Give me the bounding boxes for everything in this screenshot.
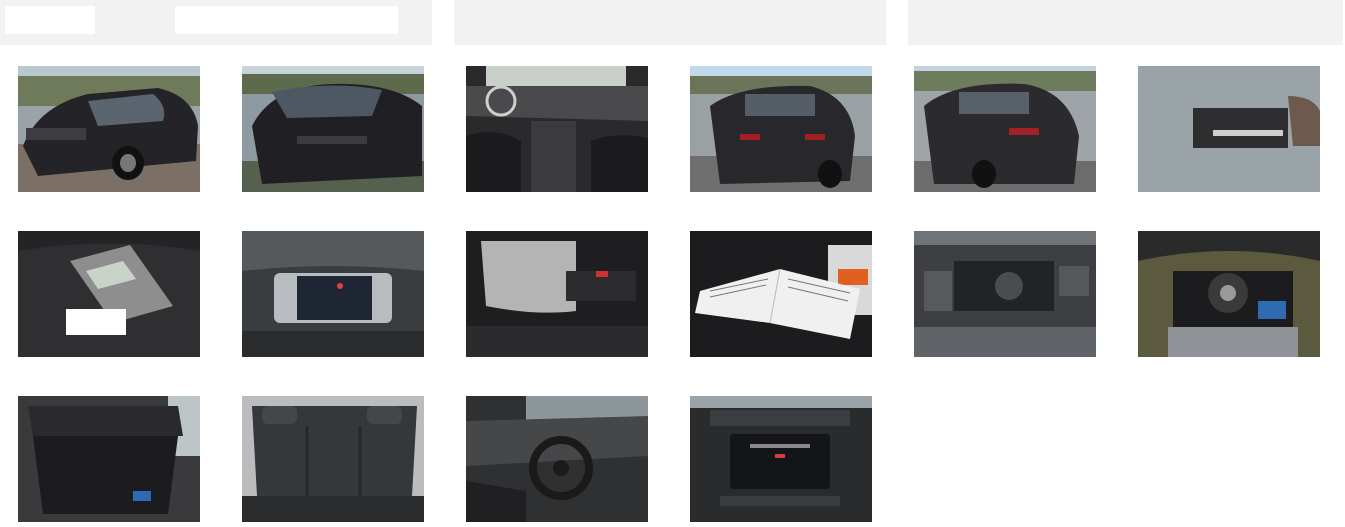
photo-thumbnail[interactable] (466, 396, 648, 522)
photo-thumbnail[interactable] (242, 66, 424, 192)
car-interior-dashboard-photo (466, 66, 648, 192)
service-booklet-photo (690, 231, 872, 357)
header-field-2[interactable] (175, 6, 398, 34)
photo-thumbnail[interactable] (242, 231, 424, 357)
steering-wheel-photo (466, 396, 648, 522)
header-tab-1[interactable] (0, 0, 432, 45)
infotainment-screen-photo (690, 396, 872, 522)
gallery-page (0, 0, 1345, 527)
photo-thumbnail[interactable] (18, 231, 200, 357)
car-rear-three-quarter-photo (690, 66, 872, 192)
vin-plate-photo (1138, 66, 1320, 192)
instrument-cluster-photo (242, 231, 424, 357)
photo-thumbnail[interactable] (18, 66, 200, 192)
engine-bay-photo (914, 231, 1096, 357)
car-front-three-quarter-photo (18, 66, 200, 192)
header-tab-3[interactable] (908, 0, 1343, 45)
photo-thumbnail[interactable] (690, 396, 872, 522)
photo-thumbnail[interactable] (690, 231, 872, 357)
photo-thumbnail[interactable] (466, 66, 648, 192)
photo-thumbnail[interactable] (18, 396, 200, 522)
spare-wheel-well-photo (1138, 231, 1320, 357)
owner-manual-in-trunk-photo (18, 231, 200, 357)
car-rear-photo (914, 66, 1096, 192)
photo-thumbnail[interactable] (1138, 66, 1320, 192)
photo-thumbnail[interactable] (466, 231, 648, 357)
photo-gallery (18, 66, 1328, 522)
header-tab-2[interactable] (454, 0, 886, 45)
photo-thumbnail[interactable] (914, 231, 1096, 357)
photo-thumbnail[interactable] (242, 396, 424, 522)
photo-thumbnail[interactable] (690, 66, 872, 192)
rear-seats-photo (242, 396, 424, 522)
car-front-photo (242, 66, 424, 192)
photo-thumbnail[interactable] (1138, 231, 1320, 357)
open-trunk-photo (18, 396, 200, 522)
header-field-1[interactable] (5, 6, 95, 34)
photo-thumbnail[interactable] (914, 66, 1096, 192)
door-panel-photo (466, 231, 648, 357)
